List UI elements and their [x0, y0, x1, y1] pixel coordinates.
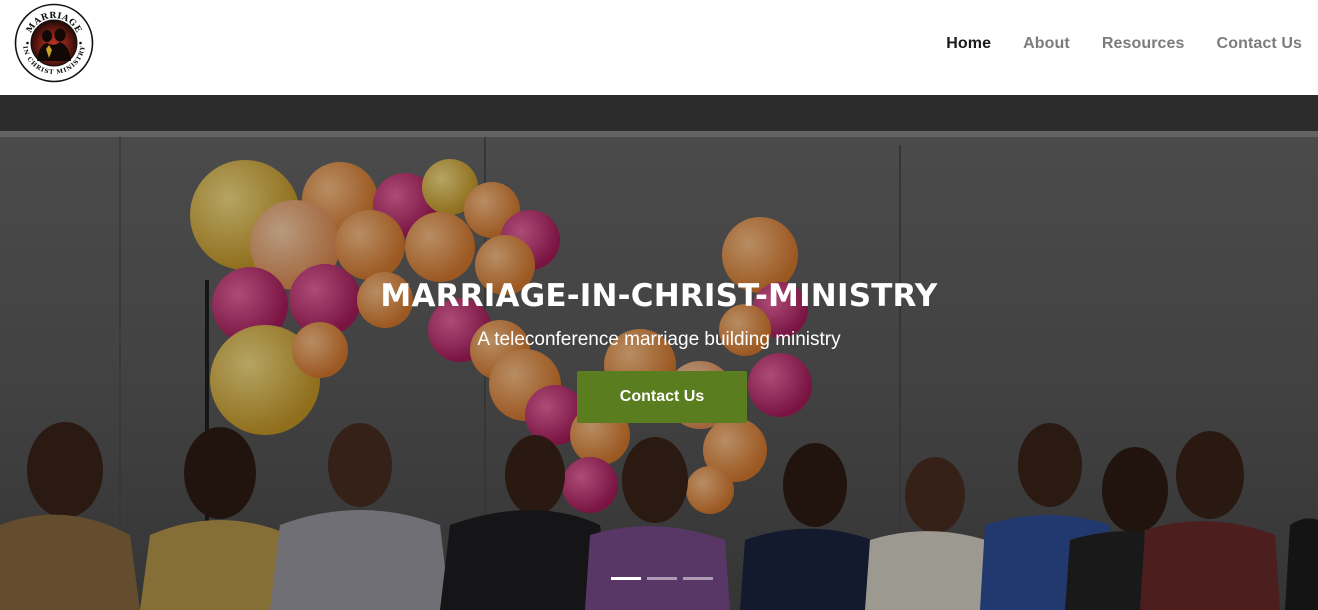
carousel-indicators [611, 577, 713, 580]
carousel-indicator-1[interactable] [611, 577, 641, 580]
site-logo[interactable]: MARRIAGE IN CHRIST MINISTRY [13, 3, 95, 83]
nav-contact-link[interactable]: Contact Us [1217, 35, 1302, 53]
carousel-indicator-3[interactable] [683, 577, 713, 580]
hero-carousel: MARRIAGE-IN-CHRIST-MINISTRY A teleconfer… [0, 95, 1318, 610]
carousel-indicator-2[interactable] [647, 577, 677, 580]
ministry-logo-icon: MARRIAGE IN CHRIST MINISTRY [14, 3, 94, 83]
site-header: MARRIAGE IN CHRIST MINISTRY Home About R… [0, 0, 1318, 95]
nav-resources-link[interactable]: Resources [1102, 35, 1185, 53]
nav-about-link[interactable]: About [1023, 35, 1070, 53]
hero-title: MARRIAGE-IN-CHRIST-MINISTRY [380, 278, 938, 314]
hero-content: MARRIAGE-IN-CHRIST-MINISTRY A teleconfer… [0, 95, 1318, 610]
hero-subtitle: A teleconference marriage building minis… [477, 329, 841, 350]
hero-contact-button[interactable]: Contact Us [577, 371, 747, 423]
main-nav: Home About Resources Contact Us [946, 33, 1302, 55]
nav-home-link[interactable]: Home [946, 35, 991, 53]
